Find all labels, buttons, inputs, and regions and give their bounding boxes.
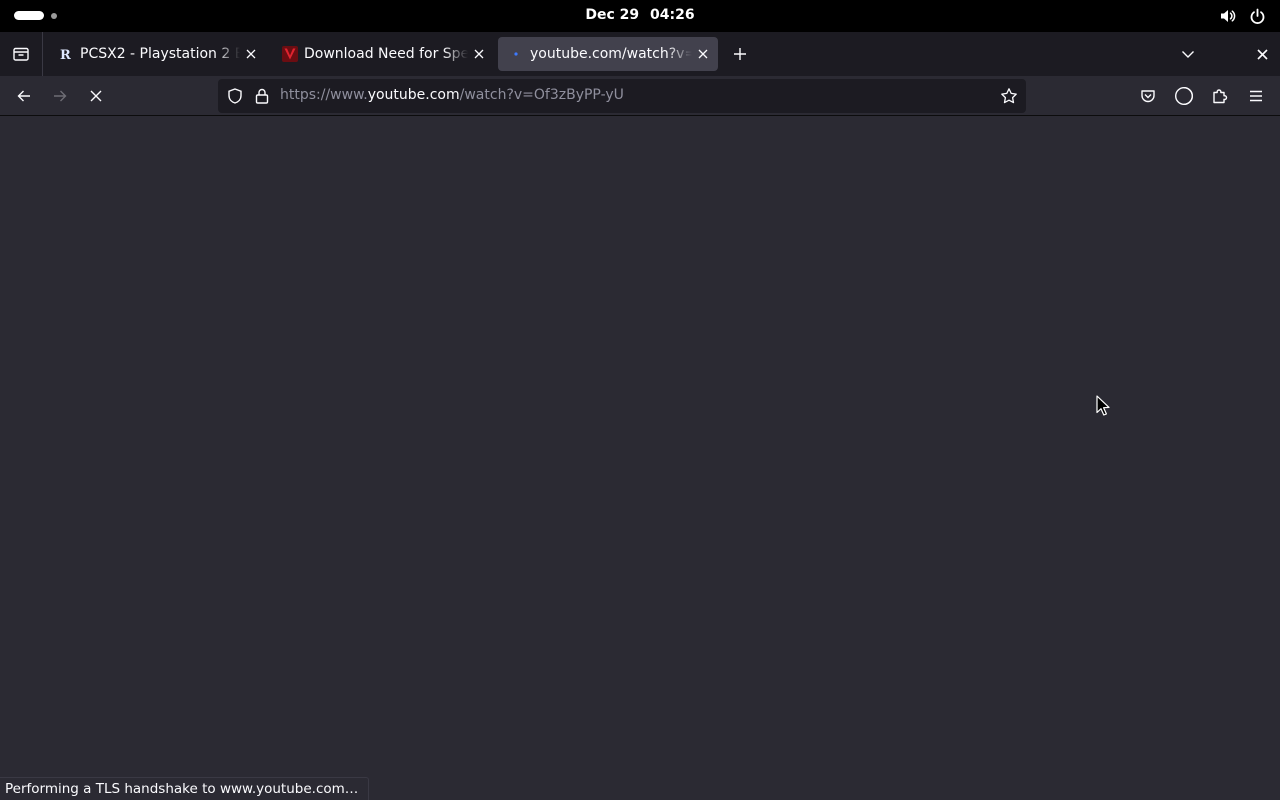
extensions-button[interactable]	[1204, 80, 1236, 112]
page-content-area[interactable]	[0, 117, 1280, 800]
forward-button[interactable]	[44, 80, 76, 112]
url-prefix: https://www.	[280, 87, 368, 103]
firefox-view-icon	[13, 47, 29, 61]
arrow-right-icon	[54, 90, 67, 102]
chevron-down-icon	[1182, 51, 1194, 58]
url-text[interactable]: https://www.youtube.com/watch?v=Of3zByPP…	[280, 87, 624, 103]
v-logo-icon	[282, 46, 298, 62]
pocket-icon	[1141, 90, 1155, 103]
clock-time: 04:26	[650, 7, 695, 23]
app-menu-button[interactable]	[1240, 80, 1272, 112]
tab-title: PCSX2 - Playstation 2 BIOS	[80, 46, 240, 62]
url-bar[interactable]: https://www.youtube.com/watch?v=Of3zByPP…	[218, 79, 1026, 113]
back-button[interactable]	[8, 80, 40, 112]
clock-date: Dec 29	[585, 7, 640, 23]
account-icon	[1174, 86, 1194, 106]
r-logo-icon: R	[58, 46, 74, 62]
close-icon	[1256, 48, 1268, 60]
lock-icon[interactable]	[254, 87, 270, 109]
puzzle-icon	[1213, 89, 1228, 104]
url-host: youtube.com	[367, 87, 460, 103]
bookmark-star-button[interactable]	[998, 85, 1020, 107]
account-button[interactable]	[1168, 80, 1200, 112]
hamburger-menu-icon	[1250, 90, 1262, 102]
stop-loading-button[interactable]	[80, 80, 112, 112]
close-icon	[246, 49, 256, 59]
tab-youtube[interactable]: youtube.com/watch?v=Of3zByPP-yU	[498, 37, 718, 71]
tab-close-button[interactable]	[692, 43, 714, 65]
clock[interactable]: Dec 29 04:26	[0, 7, 1280, 23]
url-path: /watch?v=Of3zByPP-yU	[459, 87, 624, 103]
tab-close-button[interactable]	[240, 43, 262, 65]
plus-icon	[734, 48, 746, 60]
close-icon	[698, 49, 708, 59]
pocket-button[interactable]	[1132, 80, 1164, 112]
mouse-pointer-icon	[1096, 395, 1110, 421]
tab-close-button[interactable]	[468, 43, 490, 65]
power-icon	[1249, 8, 1266, 25]
navigation-toolbar: https://www.youtube.com/watch?v=Of3zByPP…	[0, 76, 1280, 116]
arrow-left-icon	[17, 90, 30, 102]
status-panel: Performing a TLS handshake to www.youtub…	[0, 777, 369, 800]
tab-strip: R PCSX2 - Playstation 2 BIOS Download Ne…	[0, 32, 1280, 76]
system-menu[interactable]	[1219, 7, 1266, 25]
firefox-view-button[interactable]	[0, 32, 43, 76]
list-all-tabs-button[interactable]	[1176, 43, 1200, 65]
close-icon	[474, 49, 484, 59]
svg-text:R: R	[60, 48, 71, 61]
system-top-bar: Dec 29 04:26	[0, 0, 1280, 32]
loading-throbber-icon	[508, 46, 524, 62]
tab-title: youtube.com/watch?v=Of3zByPP-yU	[530, 46, 692, 62]
tab-need-for-speed[interactable]: Download Need for Speed	[272, 37, 494, 71]
window-close-button[interactable]	[1250, 43, 1274, 65]
tab-pcsx2[interactable]: R PCSX2 - Playstation 2 BIOS	[48, 37, 266, 71]
stop-icon	[90, 90, 102, 102]
star-icon	[1001, 88, 1017, 104]
new-tab-button[interactable]	[728, 43, 752, 65]
tab-title: Download Need for Speed	[304, 46, 468, 62]
tracking-protection-icon[interactable]	[226, 87, 244, 109]
volume-icon	[1219, 7, 1237, 25]
